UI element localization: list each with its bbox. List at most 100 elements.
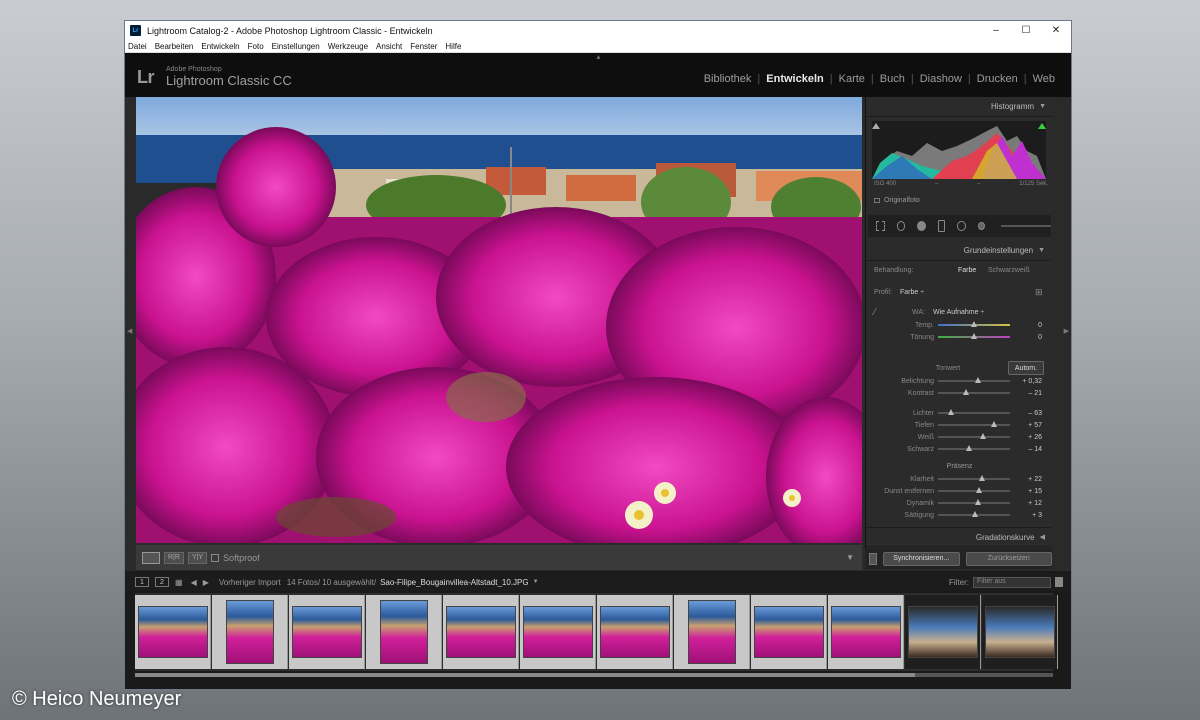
filename-dropdown-icon[interactable]: ▼ bbox=[533, 579, 539, 585]
secondary-screen-button[interactable]: 2 bbox=[155, 577, 169, 587]
softproof-checkbox[interactable] bbox=[211, 553, 220, 562]
tint-slider[interactable] bbox=[938, 333, 1010, 339]
slider-knob[interactable] bbox=[978, 475, 985, 481]
filmstrip-thumbnail[interactable] bbox=[982, 595, 1058, 669]
filmstrip-thumbnail[interactable] bbox=[289, 595, 365, 669]
filmstrip-thumbnail[interactable] bbox=[597, 595, 673, 669]
source-label[interactable]: Vorheriger Import bbox=[219, 578, 281, 587]
filmstrip-thumbnail[interactable] bbox=[212, 595, 288, 669]
module-karte[interactable]: Karte bbox=[833, 73, 871, 85]
menu-hilfe[interactable]: Hilfe bbox=[445, 42, 461, 51]
expand-left-panel-icon[interactable]: ◀ bbox=[127, 327, 132, 335]
close-button[interactable]: ✕ bbox=[1041, 21, 1071, 40]
menu-foto[interactable]: Foto bbox=[248, 42, 264, 51]
slider-track[interactable] bbox=[938, 499, 1010, 505]
slider-value[interactable]: + 12 bbox=[1010, 500, 1042, 507]
graduated-filter-icon[interactable] bbox=[938, 220, 946, 232]
treatment-color-option[interactable]: Farbe bbox=[958, 267, 988, 274]
temp-knob[interactable] bbox=[971, 321, 977, 327]
compare-button[interactable]: Y|Y bbox=[187, 551, 208, 564]
toolbar-menu-icon[interactable]: ▼ bbox=[846, 553, 854, 562]
auto-button[interactable]: Autom. bbox=[1008, 361, 1044, 375]
menu-werkzeuge[interactable]: Werkzeuge bbox=[328, 42, 368, 51]
histogram[interactable] bbox=[872, 121, 1046, 179]
filmstrip-thumbnail[interactable] bbox=[828, 595, 904, 669]
filter-lock-icon[interactable] bbox=[1055, 577, 1063, 587]
primary-screen-button[interactable]: 1 bbox=[135, 577, 149, 587]
slider-knob[interactable] bbox=[965, 445, 972, 451]
tint-knob[interactable] bbox=[971, 333, 977, 339]
temp-slider[interactable] bbox=[938, 321, 1010, 327]
slider-value[interactable]: + 0,32 bbox=[1010, 378, 1042, 385]
histogram-header[interactable]: Histogramm ▼ bbox=[866, 97, 1052, 117]
menu-bearbeiten[interactable]: Bearbeiten bbox=[155, 42, 194, 51]
filmstrip-scroll-thumb[interactable] bbox=[135, 673, 915, 677]
filmstrip-thumbnail[interactable] bbox=[905, 595, 981, 669]
slider-knob[interactable] bbox=[991, 421, 998, 427]
slider-track[interactable] bbox=[938, 487, 1010, 493]
forward-arrow-icon[interactable]: ▶ bbox=[203, 578, 209, 587]
profile-select[interactable]: Farbe ÷ bbox=[900, 289, 1035, 296]
slider-value[interactable]: + 26 bbox=[1010, 434, 1042, 441]
slider-track[interactable] bbox=[938, 433, 1010, 439]
slider-knob[interactable] bbox=[947, 409, 954, 415]
slider-track[interactable] bbox=[938, 511, 1010, 517]
slider-value[interactable]: + 15 bbox=[1010, 488, 1042, 495]
grid-icon[interactable]: ▦ bbox=[175, 578, 183, 587]
slider-track[interactable] bbox=[938, 377, 1010, 383]
minimize-button[interactable]: – bbox=[981, 21, 1011, 40]
brush-size-slider[interactable] bbox=[1000, 225, 1051, 227]
sync-button[interactable]: Synchronisieren... bbox=[882, 551, 960, 566]
slider-value[interactable]: – 63 bbox=[1010, 410, 1042, 417]
slider-track[interactable] bbox=[938, 389, 1010, 395]
filmstrip-thumbnail[interactable] bbox=[366, 595, 442, 669]
temp-value[interactable]: 0 bbox=[1010, 322, 1042, 329]
slider-knob[interactable] bbox=[972, 511, 979, 517]
module-buch[interactable]: Buch bbox=[874, 73, 911, 85]
slider-track[interactable] bbox=[938, 409, 1010, 415]
eyedropper-icon[interactable]: ⁄ bbox=[868, 307, 888, 318]
slider-value[interactable]: – 21 bbox=[1010, 390, 1042, 397]
tint-value[interactable]: 0 bbox=[1010, 334, 1042, 341]
auto-sync-toggle[interactable] bbox=[869, 552, 877, 565]
slider-knob[interactable] bbox=[974, 377, 981, 383]
slider-knob[interactable] bbox=[963, 389, 970, 395]
profile-browser-icon[interactable]: ⊞ bbox=[1035, 287, 1043, 298]
slider-knob[interactable] bbox=[975, 499, 982, 505]
curve-header[interactable]: Gradationskurve ◀ bbox=[866, 527, 1051, 547]
slider-track[interactable] bbox=[938, 475, 1010, 481]
module-diashow[interactable]: Diashow bbox=[914, 73, 968, 85]
main-photo[interactable] bbox=[136, 97, 862, 543]
brush-icon[interactable] bbox=[977, 222, 985, 230]
filename-label[interactable]: Sao-Filipe_Bougainvillea-Altstadt_10.JPG bbox=[380, 578, 529, 587]
filter-select[interactable]: Filter aus bbox=[973, 576, 1051, 588]
menu-einstellungen[interactable]: Einstellungen bbox=[272, 42, 320, 51]
menu-entwickeln[interactable]: Entwickeln bbox=[201, 42, 239, 51]
filmstrip-thumbnail[interactable] bbox=[135, 595, 211, 669]
before-after-button[interactable]: R|R bbox=[164, 551, 184, 564]
module-drucken[interactable]: Drucken bbox=[971, 73, 1024, 85]
filmstrip-thumbnail[interactable] bbox=[443, 595, 519, 669]
basic-header[interactable]: Grundeinstellungen ▼ bbox=[866, 241, 1051, 261]
crop-icon[interactable] bbox=[876, 221, 885, 231]
module-bibliothek[interactable]: Bibliothek bbox=[698, 73, 758, 85]
filmstrip-scrollbar[interactable] bbox=[135, 673, 1053, 677]
module-web[interactable]: Web bbox=[1027, 73, 1061, 85]
spot-removal-icon[interactable] bbox=[896, 221, 906, 231]
reset-button[interactable]: Zurücksetzen bbox=[965, 551, 1052, 566]
maximize-button[interactable]: ☐ bbox=[1011, 21, 1041, 40]
menu-fenster[interactable]: Fenster bbox=[410, 42, 437, 51]
treatment-bw-option[interactable]: Schwarzweiß bbox=[988, 267, 1030, 274]
menu-ansicht[interactable]: Ansicht bbox=[376, 42, 402, 51]
wb-select[interactable]: Wie Aufnahme ÷ bbox=[933, 309, 984, 316]
filmstrip-thumbnail[interactable] bbox=[520, 595, 596, 669]
back-arrow-icon[interactable]: ◀ bbox=[191, 578, 197, 587]
loupe-view-button[interactable] bbox=[142, 551, 160, 564]
collapse-top-icon[interactable]: ▲ bbox=[595, 54, 602, 61]
red-eye-icon[interactable] bbox=[917, 221, 927, 231]
original-photo-toggle[interactable]: Originalfoto bbox=[874, 197, 920, 204]
slider-track[interactable] bbox=[938, 421, 1010, 427]
filmstrip-thumbnail[interactable] bbox=[751, 595, 827, 669]
radial-filter-icon[interactable] bbox=[957, 221, 966, 231]
slider-knob[interactable] bbox=[980, 433, 987, 439]
